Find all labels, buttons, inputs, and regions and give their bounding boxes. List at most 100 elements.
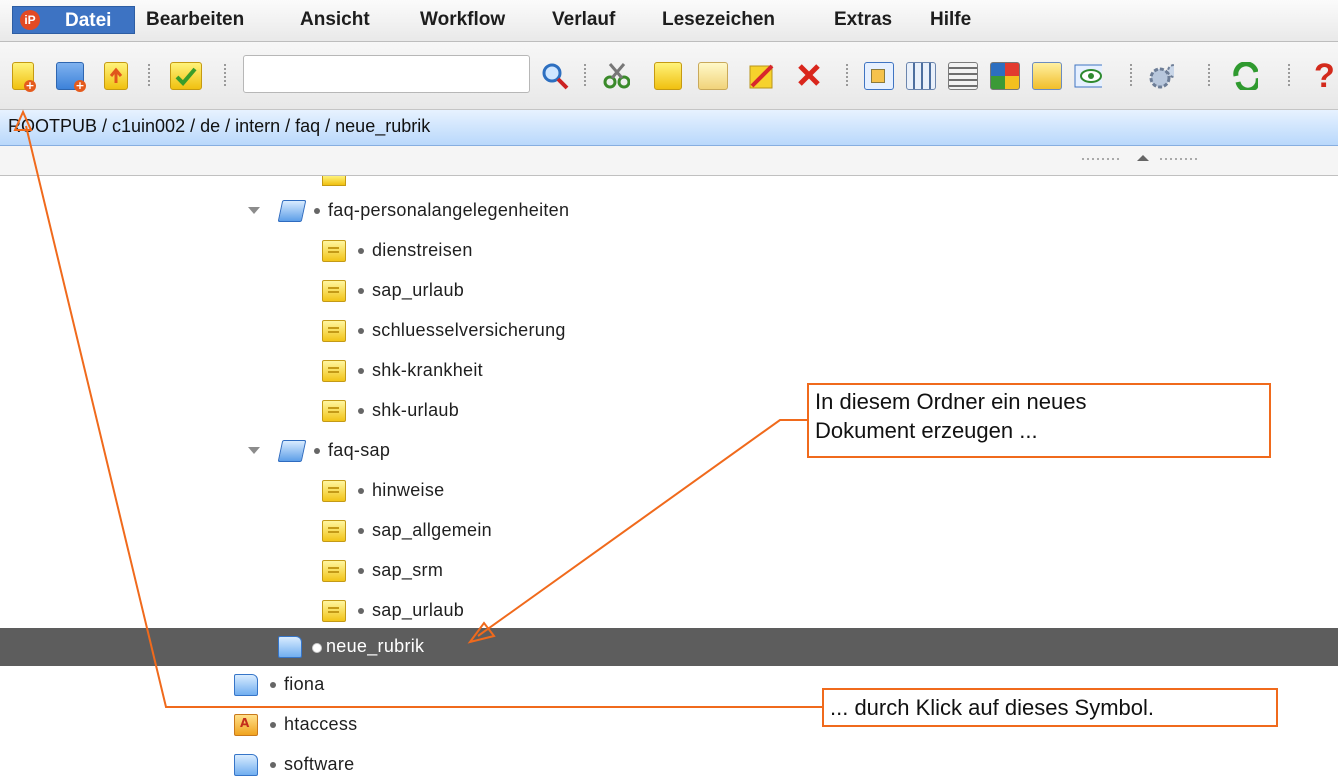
menubar: iP Datei Bearbeiten Ansicht Workflow Ver… (0, 0, 1338, 42)
toolbar-separator (1288, 64, 1290, 88)
tree-item-label: sap_urlaub (372, 280, 465, 300)
status-dot (314, 208, 320, 214)
view-list-icon[interactable] (948, 62, 978, 90)
menu-bearbeiten[interactable]: Bearbeiten (140, 6, 250, 34)
plus-badge-icon: + (24, 79, 36, 92)
toolbar-separator (584, 64, 586, 88)
plus-badge-icon: + (74, 79, 86, 92)
menu-lesezeichen[interactable]: Lesezeichen (656, 6, 781, 34)
tree-item-label: fiona (284, 674, 325, 694)
tree-item-label: schluesselversicherung (372, 320, 566, 340)
toolbar-separator (1208, 64, 1210, 88)
cms-window: iP Datei Bearbeiten Ansicht Workflow Ver… (0, 0, 1338, 776)
folder-icon (234, 754, 258, 776)
tree-row-sap-urlaub[interactable]: sap_urlaub (0, 272, 1338, 310)
tree-item-label: dienstreisen (372, 240, 473, 260)
tree-item-label: neue_rubrik (326, 636, 425, 656)
annotation-line-1: In diesem Ordner ein neues (815, 389, 1087, 414)
menu-verlauf[interactable]: Verlauf (546, 6, 621, 34)
new-document-icon[interactable]: + (12, 62, 36, 92)
htaccess-file-icon (234, 714, 258, 736)
tree-row-neue-rubrik[interactable]: neue_rubrik (0, 628, 1338, 666)
menu-extras[interactable]: Extras (828, 6, 898, 34)
tree-row-faq-personalangelegenheiten[interactable]: faq-personalangelegenheiten (0, 192, 1338, 230)
refresh-icon[interactable] (1230, 62, 1258, 90)
panel-splitter[interactable] (0, 146, 1338, 176)
document-icon (322, 360, 346, 382)
status-dot (358, 488, 364, 494)
toolbar-separator (846, 64, 848, 88)
menu-hilfe[interactable]: Hilfe (924, 6, 977, 34)
tree-row-software[interactable]: software (0, 746, 1338, 776)
status-dot (358, 248, 364, 254)
copy-icon[interactable] (654, 62, 682, 90)
toolbar-separator (224, 64, 226, 88)
paste-icon[interactable] (698, 62, 728, 90)
menu-datei[interactable]: iP Datei (12, 6, 135, 34)
toolbar: + + ? (0, 42, 1338, 110)
partial-doc-icon (322, 176, 346, 186)
annotation-callout-folder: In diesem Ordner ein neues Dokument erze… (807, 383, 1271, 458)
tree-row-dienstreisen[interactable]: dienstreisen (0, 232, 1338, 270)
content-tree: faq-personalangelegenheiten dienstreisen… (0, 176, 1338, 776)
search-icon[interactable] (541, 62, 569, 90)
tree-row-schluesselversicherung[interactable]: schluesselversicherung (0, 312, 1338, 350)
annotation-line-2: Dokument erzeugen ... (815, 418, 1038, 443)
status-dot (270, 722, 276, 728)
tree-row-sap-allgemein[interactable]: sap_allgemein (0, 512, 1338, 550)
view-columns-icon[interactable] (906, 62, 936, 90)
menu-ansicht[interactable]: Ansicht (294, 6, 376, 34)
tree-item-label: faq-personalangelegenheiten (328, 200, 570, 220)
view-details-icon[interactable] (1032, 62, 1062, 90)
tree-row-sap-srm[interactable]: sap_srm (0, 552, 1338, 590)
tree-item-label: sap_srm (372, 560, 444, 580)
view-grid-icon[interactable] (990, 62, 1020, 90)
tree-item-label: hinweise (372, 480, 445, 500)
splitter-grip[interactable] (1082, 155, 1202, 163)
status-dot (358, 368, 364, 374)
grip-dots (1160, 158, 1200, 160)
tree-row-sap-urlaub-2[interactable]: sap_urlaub (0, 592, 1338, 630)
status-dot (270, 762, 276, 768)
checkmark-icon (175, 67, 197, 86)
menu-datei-label: Datei (65, 10, 112, 31)
tree-row-hinweise[interactable]: hinweise (0, 472, 1338, 510)
folder-open-icon (277, 440, 307, 462)
status-dot (312, 643, 322, 653)
view-inner-icon (871, 69, 885, 83)
breadcrumb[interactable]: ROOTPUB / c1uin002 / de / intern / faq /… (8, 116, 430, 137)
status-dot (358, 408, 364, 414)
search-input[interactable] (243, 55, 530, 93)
release-icon[interactable] (170, 62, 202, 90)
collapse-arrow-icon[interactable] (248, 447, 260, 454)
edit-icon[interactable] (748, 62, 776, 90)
settings-icon[interactable] (1146, 62, 1174, 90)
tree-item-label: sap_urlaub (372, 600, 465, 620)
tree-item-label: sap_allgemein (372, 520, 492, 540)
help-icon[interactable]: ? (1314, 59, 1338, 93)
cut-icon[interactable] (602, 62, 630, 90)
status-dot (358, 568, 364, 574)
grip-dots (1082, 158, 1122, 160)
collapse-arrow-icon[interactable] (248, 207, 260, 214)
toolbar-separator (1130, 64, 1132, 88)
preview-icon[interactable] (1074, 62, 1102, 90)
new-folder-icon[interactable]: + (56, 62, 86, 92)
folder-open-icon (277, 200, 307, 222)
upload-icon[interactable] (104, 62, 128, 90)
menu-workflow[interactable]: Workflow (414, 6, 511, 34)
view-tree-icon[interactable] (864, 62, 894, 90)
breadcrumb-bar: ROOTPUB / c1uin002 / de / intern / faq /… (0, 110, 1338, 146)
tree-item-label: shk-krankheit (372, 360, 483, 380)
status-dot (358, 288, 364, 294)
folder-icon (278, 636, 302, 658)
delete-icon[interactable] (796, 62, 824, 90)
folder-icon (234, 674, 258, 696)
tree-item-label: software (284, 754, 355, 774)
upload-arrow-icon (109, 67, 123, 83)
collapse-arrow-icon[interactable] (1137, 155, 1149, 161)
toolbar-separator (148, 64, 150, 88)
status-dot (358, 328, 364, 334)
document-icon (322, 240, 346, 262)
tree-item-label: shk-urlaub (372, 400, 460, 420)
